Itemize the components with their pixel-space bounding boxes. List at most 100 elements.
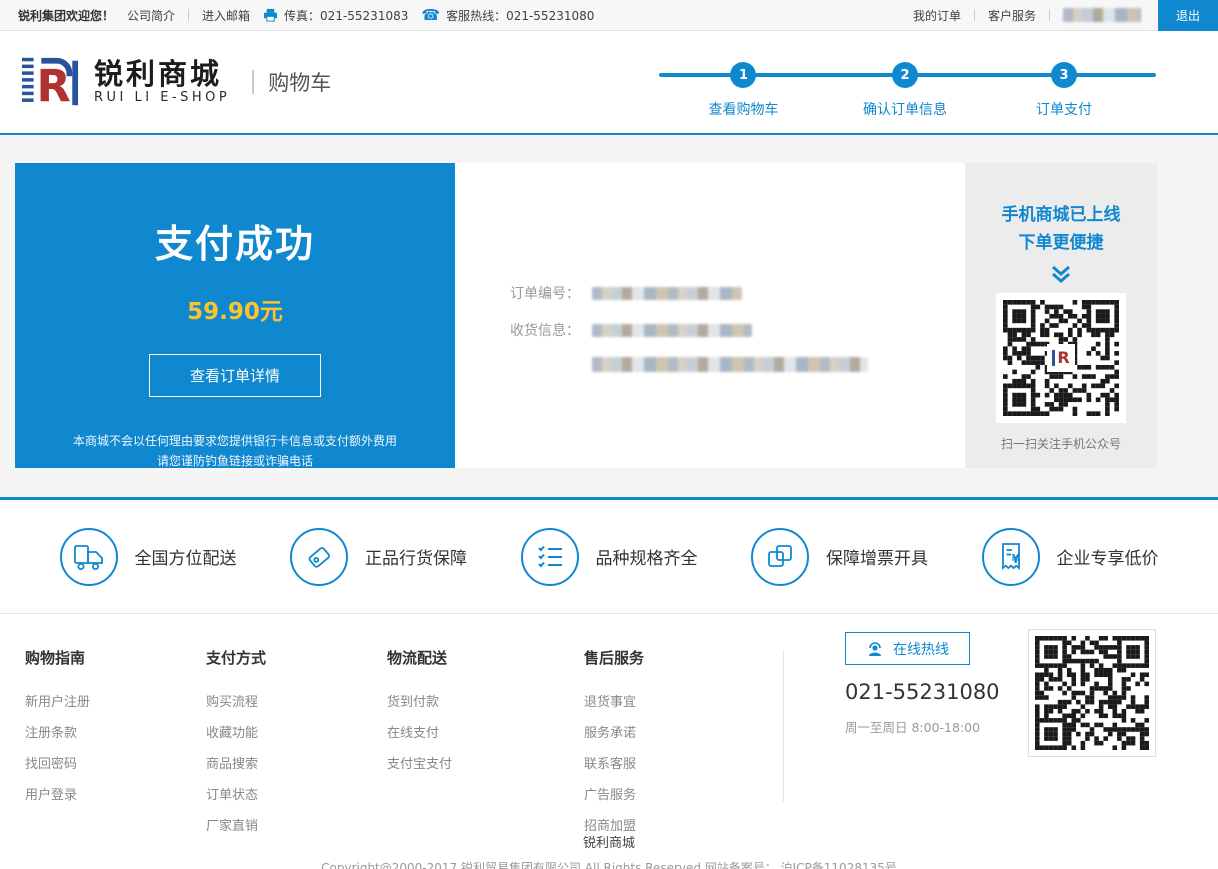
footer-link[interactable]: 注册条款 xyxy=(25,722,206,741)
promo-line-2: 下单更便捷 xyxy=(965,229,1157,257)
footer-link[interactable]: 货到付款 xyxy=(387,691,584,710)
warning-line-1: 本商城不会以任何理由要求您提供银行卡信息或支付额外费用 xyxy=(15,431,455,451)
customer-service-link[interactable]: 客户服务 xyxy=(988,7,1036,24)
step-confirm-order: 2 确认订单信息 xyxy=(863,62,947,119)
footer-col-after-sales: 售后服务 退货事宜 服务承诺 联系客服 广告服务 招商加盟 xyxy=(584,647,765,846)
fax-info: 传真：021-55231083 xyxy=(263,7,408,24)
headset-icon xyxy=(866,641,884,657)
payment-success-panel: 支付成功 59.90元 查看订单详情 本商城不会以任何理由要求您提供银行卡信息或… xyxy=(15,163,455,468)
footer-link[interactable]: 商品搜索 xyxy=(206,753,387,772)
page-title-wrap: 购物车 xyxy=(252,67,331,97)
footer-qr-code xyxy=(1028,629,1156,757)
online-hotline-label: 在线热线 xyxy=(893,639,949,659)
footer-link[interactable]: 收藏功能 xyxy=(206,722,387,741)
footer-link[interactable]: 订单状态 xyxy=(206,784,387,803)
copies-icon xyxy=(751,528,809,586)
step-view-cart: 1 查看购物车 xyxy=(708,62,778,119)
footer-link[interactable]: 新用户注册 xyxy=(25,691,206,710)
topbar: 锐利集团欢迎您！ 公司简介 进入邮箱 传真：021-55231083 ☎ 客服热… xyxy=(0,0,1218,31)
feature-label: 品种规格齐全 xyxy=(596,544,698,569)
step-3-label: 订单支付 xyxy=(1036,99,1092,119)
footer-link[interactable]: 找回密码 xyxy=(25,753,206,772)
footer-link[interactable]: 退货事宜 xyxy=(584,691,765,710)
brand-logo-icon: R xyxy=(20,53,82,111)
header: R 锐利商城 RUI LI E-SHOP 购物车 1 查看购物车 2 确认订单信… xyxy=(0,31,1218,135)
chevron-double-down-icon xyxy=(1050,265,1072,283)
footer-link[interactable]: 支付宝支付 xyxy=(387,753,584,772)
welcome-text: 锐利集团欢迎您！ xyxy=(18,7,114,24)
feature-label: 保障增票开具 xyxy=(826,544,928,569)
brand-name-en: RUI LI E-SHOP xyxy=(94,90,230,105)
checkout-steps: 1 查看购物车 2 确认订单信息 3 订单支付 xyxy=(659,61,1156,125)
step-3-circle: 3 xyxy=(1051,62,1077,88)
footer-col-title: 物流配送 xyxy=(387,647,584,668)
company-profile-link[interactable]: 公司简介 xyxy=(127,7,175,24)
footer-link[interactable]: 厂家直销 xyxy=(206,815,387,834)
feature-nationwide-delivery: 全国方位配送 xyxy=(60,528,237,586)
footer-col-title: 支付方式 xyxy=(206,647,387,668)
divider xyxy=(188,9,189,21)
footer-link[interactable]: 服务承诺 xyxy=(584,722,765,741)
checklist-icon xyxy=(521,528,579,586)
promo-line-1: 手机商城已上线 xyxy=(965,201,1157,229)
footer-link[interactable]: 用户登录 xyxy=(25,784,206,803)
feature-genuine-goods: 正品行货保障 xyxy=(290,528,467,586)
brand-logo[interactable]: R 锐利商城 RUI LI E-SHOP xyxy=(20,53,230,111)
brand-name-cn: 锐利商城 xyxy=(94,59,230,91)
footer-link[interactable]: 购买流程 xyxy=(206,691,387,710)
footer-vertical-divider xyxy=(783,650,784,802)
feature-full-assortment: 品种规格齐全 xyxy=(521,528,698,586)
footer-link[interactable]: 联系客服 xyxy=(584,753,765,772)
hotline-info: ☎ 客服热线：021-55231080 xyxy=(421,7,594,24)
footer-hotline: 在线热线 021-55231080 周一至周日 8:00-18:00 xyxy=(845,632,970,736)
order-info-panel: 订单编号： 收货信息： xyxy=(455,163,965,468)
order-number-label: 订单编号： xyxy=(510,283,592,303)
warning-line-2: 请您谨防钓鱼链接或诈骗电话 xyxy=(15,451,455,471)
copyright-text: Copyright@2000-2017 锐利贸易集团有限公司 All Right… xyxy=(0,859,1218,869)
username-redacted xyxy=(1063,8,1141,22)
footer-link[interactable]: 广告服务 xyxy=(584,784,765,803)
logout-button[interactable]: 退出 xyxy=(1158,0,1218,31)
footer-col-title: 购物指南 xyxy=(25,647,206,668)
fax-text: 传真：021-55231083 xyxy=(284,7,408,24)
divider xyxy=(974,9,975,21)
feature-label: 企业专享低价 xyxy=(1057,544,1159,569)
printer-icon xyxy=(263,8,278,22)
features-bar: 全国方位配送 正品行货保障 品种规格齐全 xyxy=(0,500,1218,614)
recipient-redacted xyxy=(592,324,752,337)
receipt-icon: ¥ xyxy=(982,528,1040,586)
order-number-redacted xyxy=(592,287,742,300)
feature-enterprise-price: ¥ 企业专享低价 xyxy=(982,528,1159,586)
step-2-label: 确认订单信息 xyxy=(863,99,947,119)
hotline-hours: 周一至周日 8:00-18:00 xyxy=(845,717,970,736)
payment-amount: 59.90元 xyxy=(15,292,455,326)
my-orders-link[interactable]: 我的订单 xyxy=(913,7,961,24)
divider xyxy=(1049,9,1050,21)
footer: 购物指南 新用户注册 注册条款 找回密码 用户登录 支付方式 购买流程 收藏功能… xyxy=(0,614,1218,832)
phone-icon: ☎ xyxy=(421,8,440,23)
qr-center-logo: R xyxy=(1047,344,1075,372)
feature-label: 全国方位配送 xyxy=(135,544,237,569)
divider xyxy=(252,70,254,94)
footer-col-shopping-guide: 购物指南 新用户注册 注册条款 找回密码 用户登录 xyxy=(25,647,206,846)
mobile-promo-panel: 手机商城已上线 下单更便捷 R 扫一扫关注手机公众号 xyxy=(965,163,1157,468)
feature-label: 正品行货保障 xyxy=(365,544,467,569)
footer-link[interactable]: 招商加盟 xyxy=(584,815,765,834)
view-order-details-button[interactable]: 查看订单详情 xyxy=(149,354,321,397)
footer-col-logistics: 物流配送 货到付款 在线支付 支付宝支付 xyxy=(387,647,584,846)
shipping-info-label: 收货信息： xyxy=(510,320,592,340)
hotline-text: 客服热线：021-55231080 xyxy=(446,7,594,24)
svg-text:¥: ¥ xyxy=(1011,552,1020,566)
footer-col-payment: 支付方式 购买流程 收藏功能 商品搜索 订单状态 厂家直销 xyxy=(206,647,387,846)
address-redacted xyxy=(592,357,868,372)
tag-icon xyxy=(290,528,348,586)
feature-vat-invoice: 保障增票开具 xyxy=(751,528,928,586)
step-1-label: 查看购物车 xyxy=(708,99,778,119)
mobile-shop-qr-code: R xyxy=(996,293,1126,423)
online-hotline-button[interactable]: 在线热线 xyxy=(845,632,970,665)
mailbox-link[interactable]: 进入邮箱 xyxy=(202,7,250,24)
footer-link[interactable]: 在线支付 xyxy=(387,722,584,741)
truck-icon xyxy=(60,528,118,586)
svg-text:R: R xyxy=(37,61,71,111)
main-section: 支付成功 59.90元 查看订单详情 本商城不会以任何理由要求您提供银行卡信息或… xyxy=(0,135,1218,497)
